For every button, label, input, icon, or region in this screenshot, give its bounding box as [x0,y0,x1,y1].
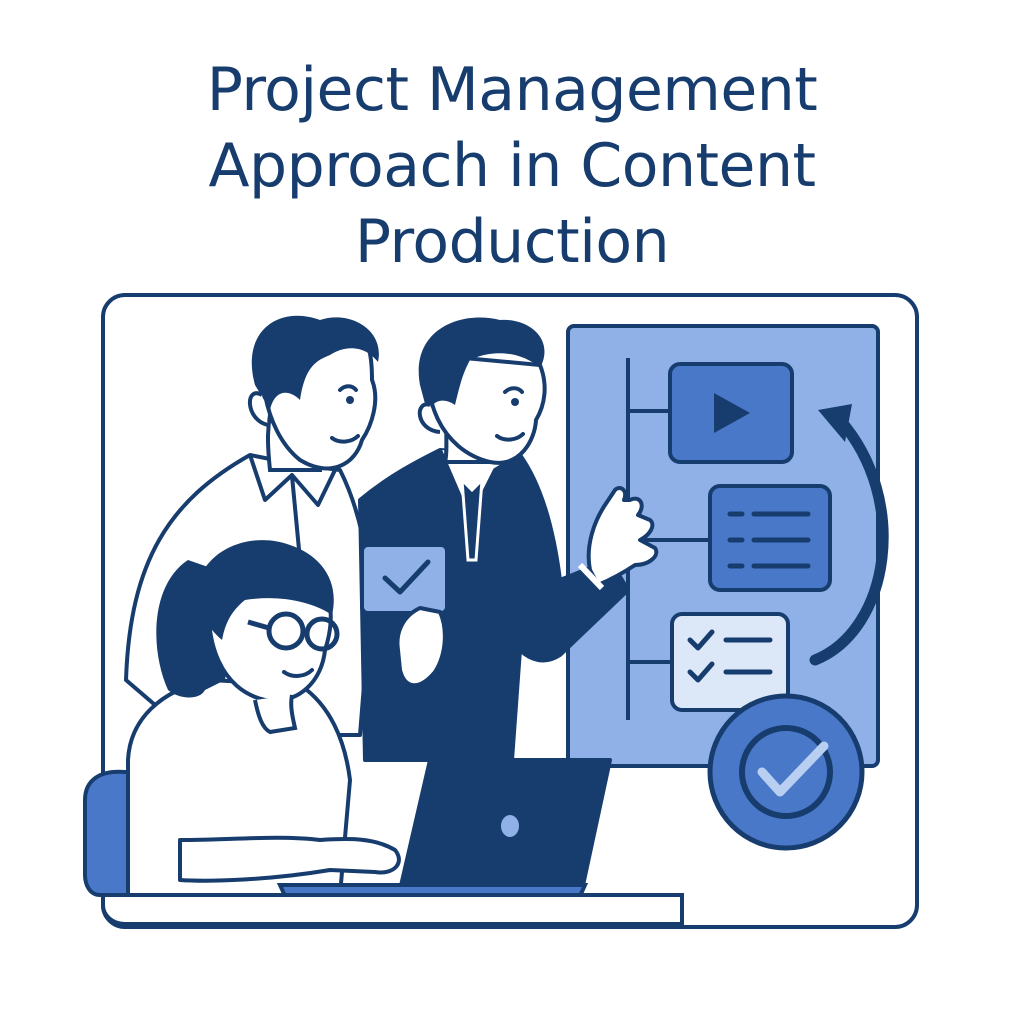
check-badge-icon [707,693,865,851]
play-icon [668,362,794,464]
list-icon [708,484,832,592]
illustration [83,293,919,929]
desk [101,893,684,926]
